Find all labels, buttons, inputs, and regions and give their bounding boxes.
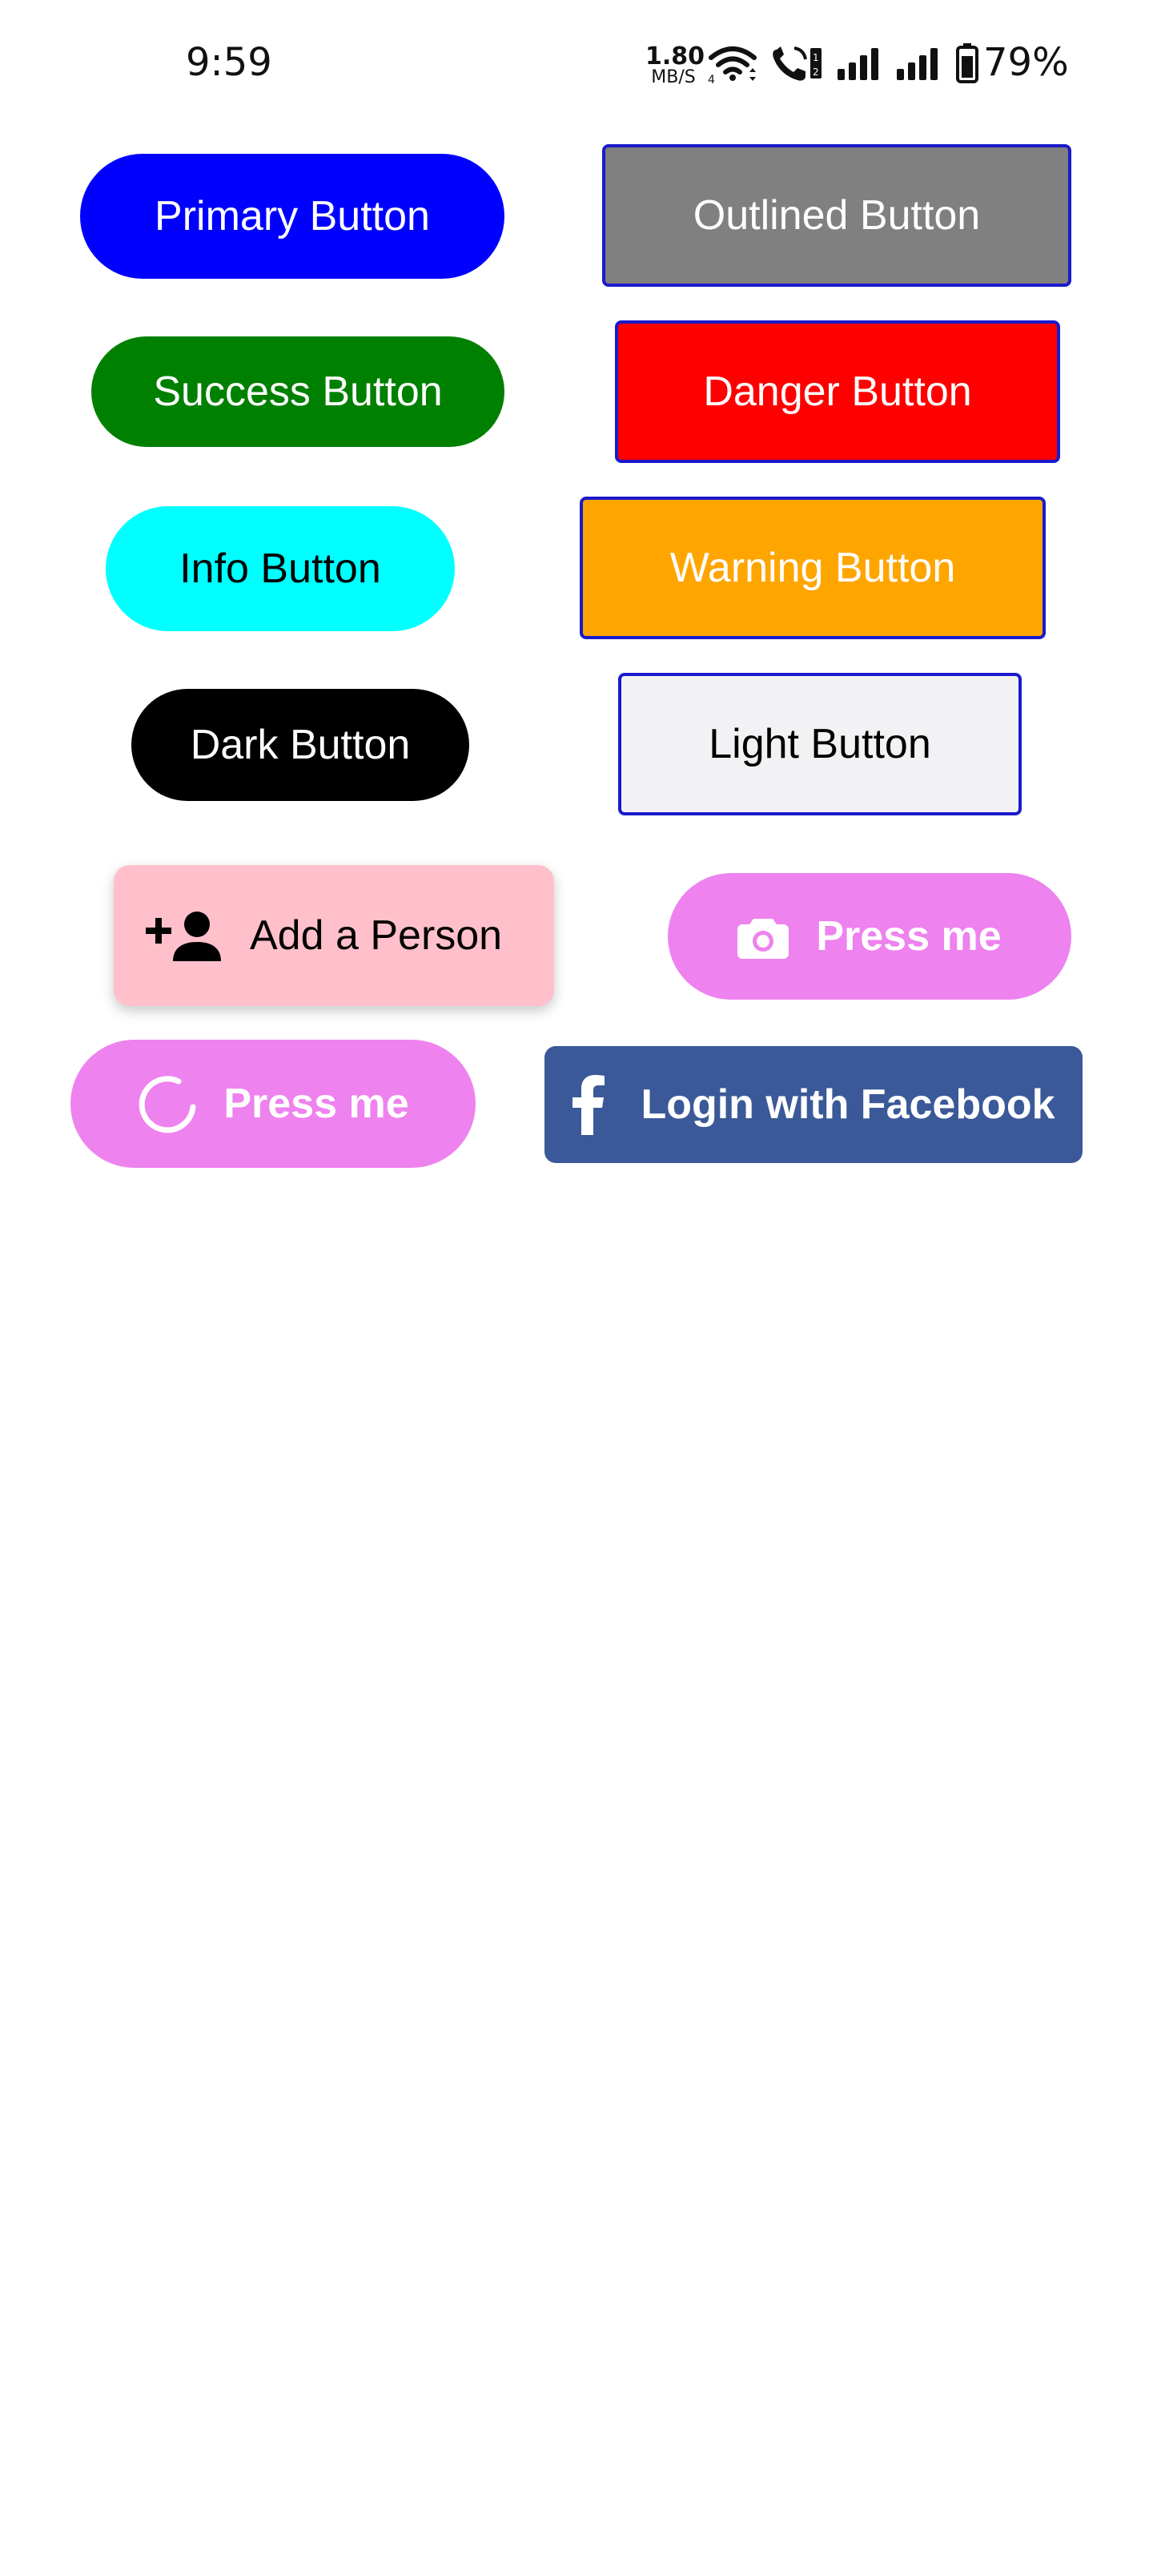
loading-press-button-label: Press me [223,1081,409,1127]
outlined-button-label: Outlined Button [693,192,981,239]
outlined-button[interactable]: Outlined Button [602,144,1071,287]
camera-press-button-label: Press me [816,913,1002,960]
status-time: 9:59 [186,40,272,85]
signal-icon [838,48,878,80]
light-button[interactable]: Light Button [618,673,1022,815]
primary-button-label: Primary Button [155,193,430,239]
network-speed-unit: MB/S [651,67,696,87]
facebook-login-button[interactable]: Login with Facebook [544,1046,1083,1163]
light-button-label: Light Button [709,721,931,767]
facebook-login-button-label: Login with Facebook [641,1081,1055,1128]
battery-percent: 79% [983,40,1069,85]
volte-call-icon: 1 2 [773,46,822,81]
info-button[interactable]: Info Button [106,506,455,631]
svg-text:4: 4 [708,74,715,83]
facebook-icon [572,1075,605,1135]
danger-button-label: Danger Button [703,368,972,415]
signal-icon [897,48,938,80]
add-person-button-label: Add a Person [250,912,503,959]
success-button-label: Success Button [153,368,443,415]
add-person-button[interactable]: Add a Person [114,865,554,1006]
loading-spinner-icon [139,1076,196,1133]
success-button[interactable]: Success Button [91,336,504,447]
svg-text:2: 2 [813,66,819,78]
svg-text:1: 1 [813,52,819,63]
status-bar: 9:59 1.80 MB/S 4 1 2 79% [0,0,1153,136]
dark-button-label: Dark Button [190,722,411,768]
dark-button[interactable]: Dark Button [131,689,469,801]
warning-button-label: Warning Button [669,545,956,591]
loading-press-button[interactable]: Press me [70,1040,476,1168]
primary-button[interactable]: Primary Button [80,154,504,279]
warning-button[interactable]: Warning Button [580,497,1046,639]
wifi-icon: 4 [708,46,757,83]
network-speed: 1.80 MB/S [645,42,705,87]
add-person-icon [146,912,221,961]
network-speed-value: 1.80 [645,42,705,70]
danger-button[interactable]: Danger Button [615,320,1060,463]
camera-press-button[interactable]: Press me [668,873,1071,1000]
battery-icon [956,43,978,83]
info-button-label: Info Button [179,545,381,592]
camera-icon [737,919,789,959]
